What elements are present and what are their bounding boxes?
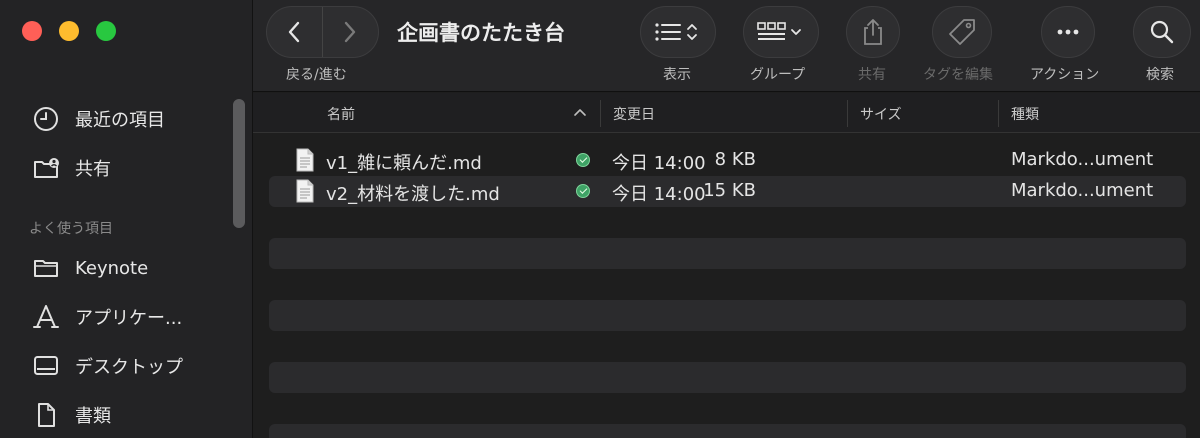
empty-row-stripe: [269, 424, 1186, 438]
column-kind[interactable]: 種類: [1011, 104, 1039, 124]
share-button[interactable]: [846, 6, 900, 58]
view-button[interactable]: [640, 6, 716, 58]
sidebar-item-keynote[interactable]: Keynote: [31, 253, 148, 283]
chevron-right-icon: [345, 21, 356, 43]
shared-folder-icon: [31, 153, 61, 183]
document-icon: [31, 400, 61, 430]
column-divider[interactable]: [998, 100, 999, 127]
sidebar-item-recent[interactable]: 最近の項目: [31, 104, 165, 134]
close-window-button[interactable]: [22, 21, 42, 41]
share-icon: [864, 19, 882, 45]
file-name: v1_雑に頼んだ.md: [326, 153, 482, 174]
search-label: 検索: [1146, 67, 1174, 83]
column-size[interactable]: サイズ: [860, 104, 902, 124]
sidebar-item-label: Keynote: [75, 257, 149, 279]
edit-tags-button[interactable]: [932, 6, 992, 58]
folder-icon: [31, 253, 61, 283]
applications-icon: [31, 302, 61, 332]
share-label: 共有: [858, 67, 886, 83]
sync-status-icon: [576, 153, 590, 167]
zoom-window-button[interactable]: [96, 21, 116, 41]
action-button[interactable]: [1041, 6, 1095, 58]
desktop-icon: [31, 351, 61, 381]
file-kind: Markdo...ument: [1011, 180, 1154, 201]
view-label: 表示: [663, 67, 691, 83]
favorites-section-header: よく使う項目: [29, 221, 113, 237]
file-list: v1_雑に頼んだ.md 今日 14:00 8 KB Markdo...ument…: [253, 134, 1200, 438]
ellipsis-icon: [1057, 29, 1079, 35]
back-forward-control: [266, 6, 379, 58]
back-button[interactable]: [267, 7, 323, 57]
clock-icon: [31, 104, 61, 134]
file-size: 15 KB: [703, 180, 756, 201]
forward-button[interactable]: [323, 7, 379, 57]
chevron-left-icon: [289, 21, 300, 43]
search-button[interactable]: [1133, 6, 1191, 58]
tag-icon: [949, 19, 975, 45]
file-modified: 今日 14:00: [612, 153, 706, 174]
file-modified: 今日 14:00: [612, 184, 706, 205]
file-kind: Markdo...ument: [1011, 149, 1154, 170]
markdown-file-icon: [296, 179, 314, 203]
sort-chevron-up-icon[interactable]: [573, 105, 587, 121]
sidebar-item-applications[interactable]: アプリケー...: [31, 302, 182, 332]
window-title: 企画書のたたき台: [397, 21, 565, 45]
sidebar-scrollbar[interactable]: [231, 97, 247, 230]
markdown-file-icon: [296, 148, 314, 172]
sidebar-item-shared[interactable]: 共有: [31, 153, 111, 183]
file-row[interactable]: v2_材料を渡した.md 今日 14:00 15 KB Markdo...ume…: [269, 176, 1186, 207]
empty-row-stripe: [269, 238, 1186, 269]
column-modified[interactable]: 変更日: [613, 104, 655, 124]
group-grid-icon: [757, 22, 801, 40]
empty-row-stripe: [269, 362, 1186, 393]
column-divider[interactable]: [600, 100, 601, 127]
column-name[interactable]: 名前: [327, 104, 355, 124]
sidebar: 最近の項目 共有 よく使う項目 Keynote アプリケー... デスクトップ …: [0, 0, 253, 438]
action-label: アクション: [1030, 67, 1100, 83]
sidebar-item-documents[interactable]: 書類: [31, 400, 111, 430]
group-button[interactable]: [743, 6, 819, 58]
sync-status-icon: [576, 184, 590, 198]
file-row[interactable]: v1_雑に頼んだ.md 今日 14:00 8 KB Markdo...ument: [269, 145, 1186, 176]
file-name: v2_材料を渡した.md: [326, 184, 500, 205]
window-controls: [22, 21, 116, 41]
sidebar-item-label: 共有: [75, 159, 111, 180]
minimize-window-button[interactable]: [59, 21, 79, 41]
edit-tags-label: タグを編集: [923, 67, 993, 83]
file-size: 8 KB: [714, 149, 756, 170]
column-header: 名前 変更日 サイズ 種類: [253, 93, 1200, 133]
search-icon: [1150, 20, 1174, 44]
sidebar-item-label: デスクトップ: [75, 357, 183, 378]
sidebar-item-label: アプリケー...: [75, 308, 183, 329]
sidebar-item-label: 書類: [75, 406, 111, 427]
sidebar-item-label: 最近の項目: [75, 110, 165, 131]
empty-row-stripe: [269, 300, 1186, 331]
group-label: グループ: [750, 67, 806, 83]
back-forward-label: 戻る/進む: [286, 67, 347, 83]
list-view-icon: [655, 23, 697, 41]
sidebar-item-desktop[interactable]: デスクトップ: [31, 351, 183, 381]
column-divider[interactable]: [847, 100, 848, 127]
